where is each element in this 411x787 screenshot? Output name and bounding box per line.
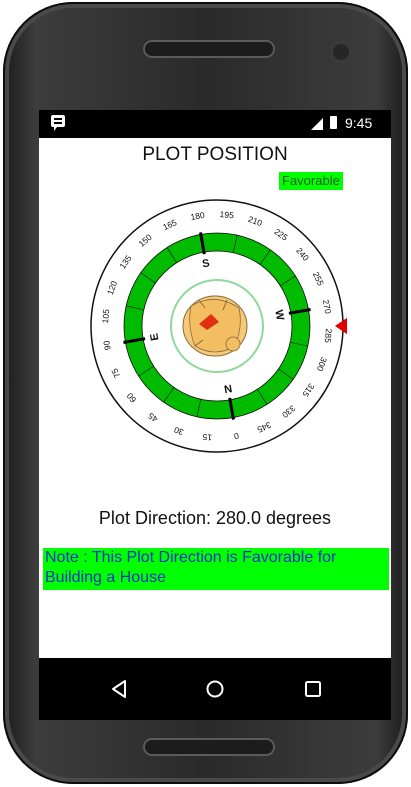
phone-frame: 9:45 PLOT POSITION Favorable 0 15 30 45 60 75… (3, 2, 408, 784)
bottom-speaker (145, 740, 273, 754)
recent-apps-button[interactable] (301, 677, 325, 701)
degree-label: 195 (219, 209, 234, 220)
battery-icon (330, 116, 337, 129)
signal-icon (311, 118, 323, 130)
degree-label: 90 (101, 340, 113, 351)
degree-label: 15 (202, 432, 213, 443)
home-button[interactable] (203, 677, 227, 701)
favorable-badge: Favorable (279, 172, 343, 190)
page-title: PLOT POSITION (142, 144, 288, 165)
message-icon (51, 115, 65, 131)
back-button[interactable] (107, 677, 131, 701)
app-content: PLOT POSITION Favorable 0 15 30 45 60 75 90 105… (39, 138, 391, 658)
degree-label: 105 (100, 308, 111, 323)
earpiece-speaker (145, 42, 273, 56)
degree-label: 285 (323, 328, 334, 343)
compass-dial: 0153045607590105120135150165180 195 210225… (90, 199, 347, 453)
status-bar: 9:45 (39, 110, 391, 138)
front-camera (333, 44, 349, 60)
favorable-note: Note : This Plot Direction is Favorable … (43, 548, 389, 590)
vastu-figure-icon (182, 295, 248, 357)
phone-screen: 9:45 PLOT POSITION Favorable 0 15 30 45 60 75… (39, 110, 391, 720)
plot-direction-text: Plot Direction: 280.0 degrees (98, 508, 332, 528)
navigation-bar (39, 658, 391, 720)
status-time: 9:45 (345, 115, 373, 131)
